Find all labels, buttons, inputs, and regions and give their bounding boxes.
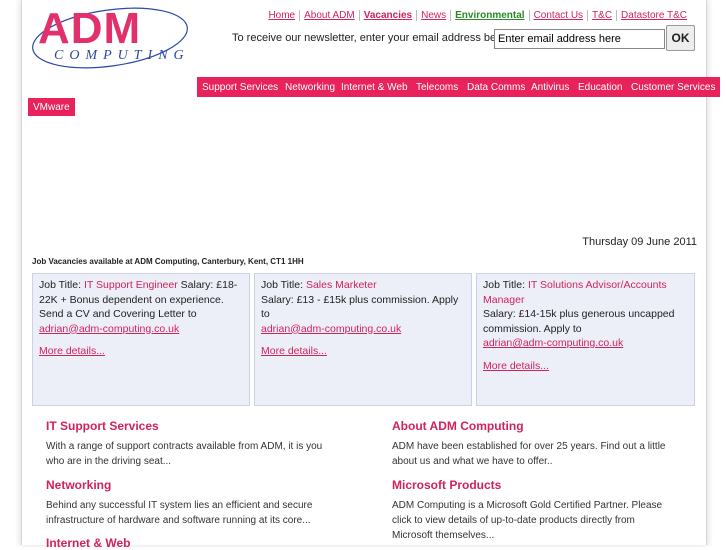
section-internet: Internet & Web <box>46 536 326 550</box>
adm-logo[interactable]: ADM COMPUTING <box>28 4 198 74</box>
newsletter-ok-button[interactable]: OK <box>666 25 695 51</box>
job-title-label: Job Title: <box>39 279 82 291</box>
section-internet-title[interactable]: Internet & Web <box>46 536 326 550</box>
job-description: Salary: £13 - £15k plus commission. Appl… <box>261 293 459 321</box>
vacancy-card-2: Job Title: Sales Marketer Salary: £13 - … <box>254 273 472 406</box>
section-networking: Networking Behind any successful IT syst… <box>46 478 326 528</box>
job-title-link[interactable]: IT Support Engineer <box>84 279 178 291</box>
nav-internet-web[interactable]: Internet & Web <box>336 77 413 97</box>
newsletter-label: To receive our newsletter, enter your em… <box>232 32 516 44</box>
nav-networking[interactable]: Networking <box>280 77 341 97</box>
vacancy-card-1: Job Title: IT Support Engineer Salary: £… <box>32 273 250 406</box>
section-microsoft-title[interactable]: Microsoft Products <box>392 478 672 492</box>
toplink-home[interactable]: Home <box>264 10 301 21</box>
logo-computing-text: COMPUTING <box>54 48 190 63</box>
section-microsoft-text: ADM Computing is a Microsoft Gold Certif… <box>392 500 663 541</box>
toplink-vacancies[interactable]: Vacancies <box>360 10 418 21</box>
section-networking-text: Behind any successful IT system lies an … <box>46 500 313 526</box>
section-about: About ADM Computing ADM have been establ… <box>392 419 692 469</box>
section-about-title[interactable]: About ADM Computing <box>392 419 692 433</box>
section-about-text: ADM have been established for over 25 ye… <box>392 441 666 467</box>
section-support-text: With a range of support contracts availa… <box>46 441 323 467</box>
top-links: Home About ADM Vacancies News Environmen… <box>264 10 691 21</box>
toplink-contact[interactable]: Contact Us <box>530 10 589 21</box>
section-microsoft: Microsoft Products ADM Computing is a Mi… <box>392 478 672 543</box>
nav-data-comms[interactable]: Data Comms <box>462 77 531 97</box>
job-description: Salary: £14-15k plus generous uncapped c… <box>483 308 675 335</box>
logo-adm-text: ADM <box>38 4 142 53</box>
job-email-link[interactable]: adrian@adm-computing.co.uk <box>261 323 401 335</box>
vacancy-card-3: Job Title: IT Solutions Advisor/Accounts… <box>476 273 695 406</box>
more-details-link[interactable]: More details... <box>261 344 465 359</box>
nav-vmware[interactable]: VMware <box>28 98 75 116</box>
job-email-link[interactable]: adrian@adm-computing.co.uk <box>39 323 179 335</box>
nav-support-services[interactable]: Support Services <box>197 77 284 97</box>
job-title-link[interactable]: Sales Marketer <box>306 279 377 291</box>
toplink-environmental[interactable]: Environmental <box>451 10 530 21</box>
nav-antivirus[interactable]: Antivirus <box>526 77 575 97</box>
nav-telecoms[interactable]: Telecoms <box>411 77 464 97</box>
job-email-link[interactable]: adrian@adm-computing.co.uk <box>483 337 623 349</box>
toplink-news[interactable]: News <box>417 10 452 21</box>
current-date: Thursday 09 June 2011 <box>582 236 697 248</box>
vacancies-heading: Job Vacancies available at ADM Computing… <box>32 257 304 266</box>
more-details-link[interactable]: More details... <box>39 344 243 359</box>
more-details-link[interactable]: More details... <box>483 359 688 374</box>
toplink-about[interactable]: About ADM <box>300 10 360 21</box>
toplink-tandc[interactable]: T&C <box>588 10 618 21</box>
section-support-title[interactable]: IT Support Services <box>46 419 326 433</box>
nav-education[interactable]: Education <box>573 77 628 97</box>
job-title-label: Job Title: <box>483 279 526 291</box>
section-networking-title[interactable]: Networking <box>46 478 326 492</box>
job-title-label: Job Title: <box>261 279 304 291</box>
nav-customer-services[interactable]: Customer Services <box>626 77 721 97</box>
section-support: IT Support Services With a range of supp… <box>46 419 326 469</box>
toplink-datastore-tandc[interactable]: Datastore T&C <box>617 10 691 21</box>
newsletter-email-input[interactable] <box>494 29 665 49</box>
